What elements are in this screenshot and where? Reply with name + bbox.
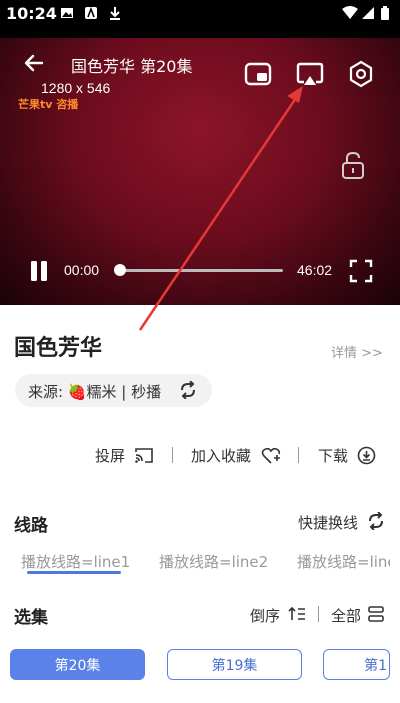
details-link[interactable]: 详情 >> bbox=[331, 342, 383, 361]
episode-button-selected[interactable]: 第20集 bbox=[10, 649, 145, 680]
list-view-icon[interactable] bbox=[367, 605, 385, 623]
sort-icon[interactable] bbox=[288, 606, 306, 622]
download-button[interactable]: 下载 bbox=[318, 445, 348, 466]
progress-knob[interactable] bbox=[114, 264, 126, 276]
settings-hexagon-icon[interactable] bbox=[347, 60, 375, 88]
battery-icon bbox=[381, 6, 389, 20]
picture-in-picture-icon[interactable] bbox=[244, 60, 272, 88]
channel-logo: 芒果tv 咨播 bbox=[18, 98, 79, 111]
favorite-button[interactable]: 加入收藏 bbox=[191, 445, 251, 466]
cast-label: 投屏 bbox=[95, 447, 126, 465]
route-tab-line3[interactable]: 播放线路=line bbox=[297, 551, 390, 572]
sort-order-button[interactable]: 倒序 bbox=[250, 605, 280, 626]
quick-switch-button[interactable]: 快捷换线 bbox=[298, 512, 358, 533]
route-tab-line1[interactable]: 播放线路=line1 bbox=[21, 551, 130, 572]
quick-switch-label: 快捷换线 bbox=[298, 514, 359, 532]
divider bbox=[298, 447, 299, 463]
airplay-cast-icon[interactable] bbox=[296, 60, 324, 88]
total-time: 46:02 bbox=[297, 262, 333, 278]
current-time: 00:00 bbox=[64, 262, 100, 278]
action-row: 投屏 加入收藏 下载 bbox=[0, 443, 400, 469]
cast-icon[interactable] bbox=[134, 447, 154, 464]
player-title-bar: 国色芳华 第20集 bbox=[0, 45, 400, 85]
strawberry-icon: 🍓 bbox=[67, 383, 87, 401]
source-value: 糯米 | 秒播 bbox=[86, 383, 162, 401]
show-title: 国色芳华 bbox=[14, 336, 103, 361]
selected-tab-indicator bbox=[27, 571, 121, 574]
status-time: 10:24 bbox=[6, 4, 57, 23]
playback-controls: 00:00 46:02 bbox=[0, 255, 400, 285]
route-tab-line2[interactable]: 播放线路=line2 bbox=[159, 551, 268, 572]
download-status-icon bbox=[110, 7, 120, 20]
refresh-source-icon[interactable] bbox=[179, 381, 197, 399]
download-circle-icon[interactable] bbox=[357, 446, 376, 465]
unlock-icon[interactable] bbox=[340, 150, 366, 180]
divider bbox=[172, 447, 173, 463]
status-bar: 10:24 bbox=[0, 0, 400, 26]
resolution-label: 1280 x 546 bbox=[41, 80, 111, 96]
route-heading: 线路 bbox=[14, 516, 48, 536]
app-notification-icon bbox=[85, 6, 97, 19]
back-arrow-icon[interactable] bbox=[22, 51, 46, 75]
fullscreen-icon[interactable] bbox=[348, 258, 374, 284]
wifi-icon bbox=[342, 6, 358, 19]
episode-button[interactable]: 第19集 bbox=[167, 649, 302, 680]
divider bbox=[318, 606, 319, 622]
video-title: 国色芳华 第20集 bbox=[71, 57, 193, 76]
heart-plus-icon[interactable] bbox=[261, 447, 281, 465]
image-icon bbox=[61, 8, 73, 18]
episode-button[interactable]: 第1 bbox=[323, 649, 390, 680]
all-episodes-button[interactable]: 全部 bbox=[331, 605, 361, 626]
progress-bar[interactable] bbox=[115, 269, 283, 272]
download-label: 下载 bbox=[318, 447, 349, 465]
source-selector[interactable]: 来源: 🍓糯米 | 秒播 bbox=[15, 374, 212, 407]
cast-button[interactable]: 投屏 bbox=[95, 445, 125, 466]
episode-heading: 选集 bbox=[14, 608, 48, 628]
source-text: 来源: 🍓糯米 | 秒播 bbox=[28, 381, 161, 402]
pause-icon[interactable] bbox=[27, 260, 51, 282]
signal-icon bbox=[362, 7, 374, 19]
source-label: 来源: bbox=[28, 383, 64, 401]
video-player[interactable]: 10:24 国色芳华 第20集 1280 x 546 芒果tv 咨播 00:00… bbox=[0, 0, 400, 305]
favorite-label: 加入收藏 bbox=[191, 447, 252, 465]
refresh-route-icon[interactable] bbox=[367, 512, 385, 530]
